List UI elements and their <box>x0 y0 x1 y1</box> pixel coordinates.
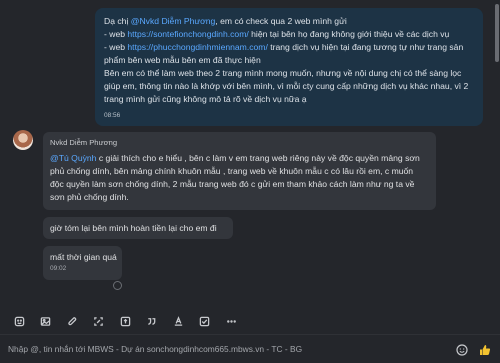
mention-link[interactable]: @Tú Quỳnh <box>50 153 96 163</box>
sender-name[interactable]: Nvkd Diễm Phương <box>50 138 117 147</box>
avatar[interactable] <box>13 130 33 150</box>
outgoing-line-5: Bên em có thể làm web theo 2 trang mình … <box>104 68 462 78</box>
message-time: 08:56 <box>104 112 121 119</box>
text: Dạ chị <box>104 16 131 26</box>
card-icon[interactable] <box>116 312 134 330</box>
incoming-line-4: sơn phủ chống dính. <box>50 192 129 202</box>
text: - web <box>104 29 128 39</box>
checklist-icon[interactable] <box>196 312 214 330</box>
quote-icon[interactable] <box>143 312 161 330</box>
message-input[interactable] <box>8 340 448 358</box>
text: c giải thích cho e hiểu , bên c làm v em… <box>96 153 420 163</box>
text: , em có check qua 2 web mình gửi <box>215 16 347 26</box>
incoming-line-3: độc quyền làm sơn chống dính, 2 mẫu tran… <box>50 179 415 189</box>
web-link-2[interactable]: https://phucchongdinhmiennam.com/ <box>127 42 267 52</box>
chat-area: Dạ chị @Nvkd Diễm Phương, em có check qu… <box>0 0 500 310</box>
format-icon[interactable] <box>169 312 187 330</box>
mention-link[interactable]: @Nvkd Diễm Phương <box>131 16 216 26</box>
outgoing-message[interactable]: Dạ chị @Nvkd Diễm Phương, em có check qu… <box>95 8 483 126</box>
composer-toolbar <box>0 310 500 332</box>
screenshot-icon[interactable] <box>90 312 108 330</box>
outgoing-line-6: giúp em, thông tin nào là khớp với bên m… <box>104 81 469 91</box>
like-icon[interactable] <box>478 343 491 356</box>
incoming-message-2[interactable]: giờ tóm lại bên mình hoàn tiền lại cho e… <box>43 217 233 239</box>
more-icon[interactable] <box>222 312 240 330</box>
image-icon[interactable] <box>37 312 55 330</box>
text: hiện tại bên họ đang không giới thiệu về… <box>248 29 450 39</box>
text: trang dịch vụ hiện tại đang tương tự như… <box>267 42 464 52</box>
emoji-icon[interactable] <box>455 343 468 356</box>
sticker-icon[interactable] <box>10 312 28 330</box>
outgoing-line-7: trang mình gửi cũng không mô tả rõ về dị… <box>104 94 307 104</box>
incoming-line-1: @Tú Quỳnh c giải thích cho e hiểu , bên … <box>50 152 428 165</box>
web-link-1[interactable]: https://sontefionchongdinh.com/ <box>127 29 248 39</box>
message-composer <box>0 334 500 363</box>
outgoing-line-2: - web https://sontefionchongdinh.com/ hi… <box>104 28 475 41</box>
attachment-icon[interactable] <box>63 312 81 330</box>
message-text: mất thời gian quá <box>50 252 117 262</box>
incoming-line-2: phủ chống dính, bên mảng chính khuôn mẫu… <box>50 166 414 176</box>
message-time: 09:02 <box>50 265 67 272</box>
scrollbar-thumb[interactable] <box>495 4 499 62</box>
incoming-message-3[interactable]: mất thời gian quá 09:02 <box>43 246 122 280</box>
outgoing-line-3: - web https://phucchongdinhmiennam.com/ … <box>104 41 475 54</box>
scrollbar[interactable] <box>494 0 500 310</box>
outgoing-line-4: phẩm bên web mẫu bên em đã thực hiện <box>104 55 261 65</box>
reaction-icon[interactable] <box>113 281 122 290</box>
text: - web <box>104 42 128 52</box>
outgoing-line-1: Dạ chị @Nvkd Diễm Phương, em có check qu… <box>104 15 475 28</box>
